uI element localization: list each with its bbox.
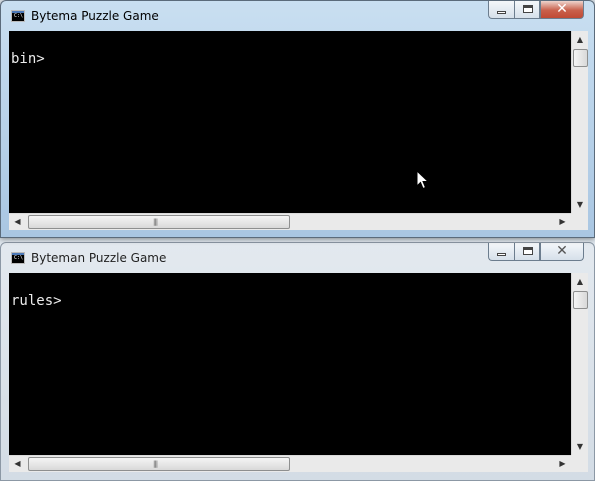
horizontal-scroll-thumb[interactable]: ||| bbox=[28, 215, 290, 229]
scroll-down-icon[interactable]: ▼ bbox=[572, 438, 588, 455]
horizontal-scrollbar[interactable]: ◀ ||| ▶ bbox=[9, 455, 571, 472]
console-output[interactable]: bin> bbox=[9, 31, 571, 213]
scrollbar-corner bbox=[571, 455, 588, 472]
close-icon: ✕ bbox=[556, 243, 568, 259]
scroll-right-icon[interactable]: ▶ bbox=[554, 456, 571, 472]
minimize-button[interactable] bbox=[488, 243, 514, 261]
console-output[interactable]: rules> bbox=[9, 273, 571, 455]
vertical-scroll-thumb[interactable] bbox=[573, 49, 588, 67]
title-bar[interactable]: C:\ Byteman Puzzle Game ✕ bbox=[1, 243, 594, 273]
scroll-down-icon[interactable]: ▼ bbox=[572, 196, 588, 213]
minimize-icon bbox=[497, 11, 506, 14]
scroll-right-icon[interactable]: ▶ bbox=[554, 214, 571, 230]
window-title: Byteman Puzzle Game bbox=[31, 251, 167, 265]
console-icon[interactable]: C:\ bbox=[11, 252, 25, 264]
scroll-left-icon[interactable]: ◀ bbox=[9, 456, 26, 472]
horizontal-scroll-thumb[interactable]: ||| bbox=[28, 457, 290, 471]
vertical-scroll-thumb[interactable] bbox=[573, 291, 588, 309]
command-prompt: bin> bbox=[11, 51, 45, 67]
scroll-left-icon[interactable]: ◀ bbox=[9, 214, 26, 230]
mouse-pointer-icon bbox=[416, 170, 429, 190]
maximize-icon bbox=[523, 5, 533, 13]
window-title: Bytema Puzzle Game bbox=[31, 9, 159, 23]
console-window-byteman[interactable]: C:\ Byteman Puzzle Game ✕ rules> ▲ ▼ ◀ |… bbox=[0, 242, 595, 481]
grip-icon: ||| bbox=[153, 460, 158, 468]
close-icon: ✕ bbox=[556, 1, 568, 17]
maximize-button[interactable] bbox=[514, 243, 540, 261]
grip-icon: ||| bbox=[153, 218, 158, 226]
scroll-up-icon[interactable]: ▲ bbox=[572, 273, 588, 290]
maximize-icon bbox=[523, 247, 533, 255]
minimize-icon bbox=[497, 253, 506, 256]
minimize-button[interactable] bbox=[488, 1, 514, 19]
console-icon[interactable]: C:\ bbox=[11, 10, 25, 22]
close-button[interactable]: ✕ bbox=[540, 243, 584, 261]
vertical-scrollbar[interactable]: ▲ ▼ bbox=[571, 31, 588, 213]
scrollbar-corner bbox=[571, 213, 588, 230]
console-window-bytema[interactable]: C:\ Bytema Puzzle Game ✕ bin> ▲ ▼ ◀ ||| … bbox=[0, 0, 595, 238]
command-prompt: rules> bbox=[11, 293, 62, 309]
vertical-scrollbar[interactable]: ▲ ▼ bbox=[571, 273, 588, 455]
scroll-up-icon[interactable]: ▲ bbox=[572, 31, 588, 48]
title-bar[interactable]: C:\ Bytema Puzzle Game ✕ bbox=[1, 1, 594, 31]
maximize-button[interactable] bbox=[514, 1, 540, 19]
caption-buttons: ✕ bbox=[488, 1, 584, 20]
caption-buttons: ✕ bbox=[488, 243, 584, 262]
close-button[interactable]: ✕ bbox=[540, 1, 584, 19]
horizontal-scrollbar[interactable]: ◀ ||| ▶ bbox=[9, 213, 571, 230]
